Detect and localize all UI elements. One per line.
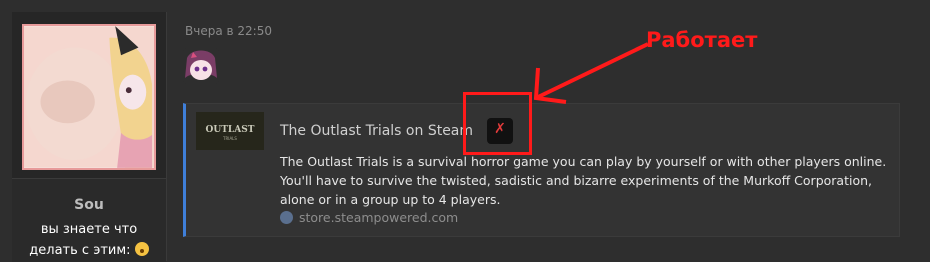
sticker[interactable] <box>183 48 219 84</box>
embed-description: The Outlast Trials is a survival horror … <box>280 154 887 207</box>
steam-source-icon <box>280 211 293 224</box>
embed-source[interactable]: store.steampowered.com <box>280 210 458 225</box>
status-line-2: делать с этим: <box>29 243 131 258</box>
link-embed: OUTLAST TRIALS The Outlast Trials on Ste… <box>183 103 900 237</box>
embed-source-url: store.steampowered.com <box>299 210 459 225</box>
sticker-image <box>183 48 219 84</box>
avatar-image <box>24 26 154 168</box>
status-line-1: вы знаете что <box>40 222 138 237</box>
emoji-icon <box>134 242 149 256</box>
thumbnail-image: OUTLAST TRIALS <box>196 112 264 150</box>
thumbnail-subtitle: TRIALS <box>222 136 237 141</box>
user-sidebar: Sou вы знаете что делать с этим: <box>12 12 167 262</box>
annotation-arrow-icon <box>533 42 649 104</box>
embed-title[interactable]: The Outlast Trials on Steam <box>280 123 473 139</box>
username[interactable]: Sou <box>12 197 166 213</box>
thumbnail-title: OUTLAST <box>206 125 255 135</box>
avatar[interactable] <box>22 24 156 170</box>
post-timestamp[interactable]: Вчера в 22:50 <box>185 24 272 38</box>
annotation-label: Работает <box>646 28 758 52</box>
user-info: Sou вы знаете что делать с этим: <box>12 178 166 262</box>
embed-thumbnail[interactable]: OUTLAST TRIALS <box>196 112 264 150</box>
status-line-2-row: делать с этим: <box>12 240 166 261</box>
user-status: вы знаете что делать с этим: <box>12 219 166 261</box>
